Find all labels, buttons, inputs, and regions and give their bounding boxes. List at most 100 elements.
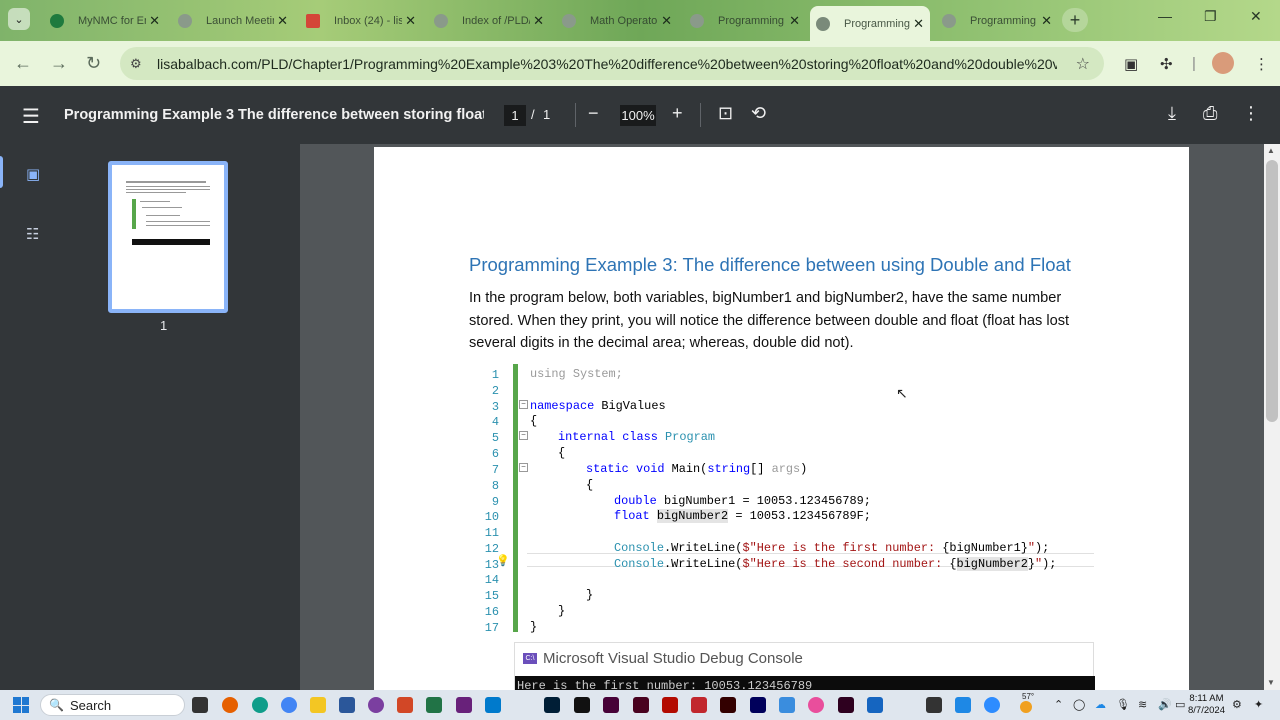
- page-thumbnail[interactable]: [108, 161, 228, 313]
- back-arrow-icon[interactable]: ←: [14, 53, 32, 74]
- acrobat-icon[interactable]: [662, 697, 678, 713]
- filezilla-icon[interactable]: [691, 697, 707, 713]
- toolbar-divider: |: [1192, 55, 1196, 72]
- tray-icon[interactable]: ◯: [1073, 698, 1085, 711]
- browser-menu-icon[interactable]: ⋮: [1254, 55, 1269, 73]
- print-icon[interactable]: ⎙: [1203, 103, 1217, 124]
- wifi-icon[interactable]: ≋: [1138, 698, 1147, 711]
- close-icon[interactable]: ✕: [405, 13, 416, 29]
- app-icon[interactable]: [955, 697, 971, 713]
- search-icon: 🔍: [49, 698, 64, 712]
- close-icon[interactable]: ✕: [789, 13, 800, 29]
- download-icon[interactable]: ⤓: [1168, 103, 1176, 124]
- chevron-down-icon: ⌄: [14, 13, 24, 26]
- address-bar[interactable]: ⚙ lisabalbach.com/PLD/Chapter1/Programmi…: [120, 47, 1104, 80]
- bookmark-star-icon[interactable]: ☆: [1076, 54, 1090, 74]
- windows-start-icon[interactable]: [13, 697, 29, 713]
- more-options-icon[interactable]: ⋮: [1242, 103, 1260, 124]
- edge-icon[interactable]: [252, 697, 268, 713]
- weather-temp: 57°: [1022, 692, 1035, 701]
- scroll-up-icon[interactable]: ▲: [1267, 146, 1275, 155]
- tab-math-operators[interactable]: Math Operators ✕: [556, 8, 678, 33]
- close-icon[interactable]: ✕: [277, 13, 288, 29]
- code-line: }: [558, 604, 566, 618]
- tab-programming-active[interactable]: Programming E ✕: [810, 6, 930, 41]
- file-explorer-icon[interactable]: [310, 697, 326, 713]
- document-heading: Programming Example 3: The difference be…: [469, 254, 1071, 275]
- tab-programming-1[interactable]: Programming E ✕: [684, 8, 806, 33]
- battery-icon[interactable]: ▭: [1175, 698, 1185, 711]
- close-icon[interactable]: ✕: [1041, 13, 1052, 29]
- zoom-app-icon[interactable]: [984, 697, 1000, 713]
- tab-programming-3[interactable]: Programming E ✕: [936, 8, 1058, 33]
- profile-avatar[interactable]: [1212, 52, 1234, 74]
- tab-index[interactable]: Index of /PLD/C ✕: [428, 8, 550, 33]
- excel-icon[interactable]: [426, 697, 442, 713]
- tab-strip: ⌄ MyNMC for Em ✕ Launch Meeting ✕ Inbox …: [0, 0, 1280, 41]
- onedrive-icon[interactable]: ☁: [1095, 698, 1106, 711]
- pdf-page: Programming Example 3: The difference be…: [374, 147, 1189, 690]
- notepad-icon[interactable]: [779, 697, 795, 713]
- extensions-puzzle-icon[interactable]: ✣: [1160, 55, 1173, 73]
- forward-arrow-icon[interactable]: →: [50, 53, 68, 74]
- chevron-up-icon[interactable]: ⌃: [1054, 698, 1063, 711]
- powerpoint-icon[interactable]: [397, 697, 413, 713]
- thumbnails-icon[interactable]: ▣: [26, 165, 40, 183]
- terminal-icon[interactable]: [926, 697, 942, 713]
- code-screenshot: 1 2 3 4 5 6 7 8 9 10 11 12 13 14 15 16 1…: [469, 364, 1094, 636]
- scroll-down-icon[interactable]: ▼: [1267, 678, 1275, 687]
- indesign-icon[interactable]: [633, 697, 649, 713]
- close-icon[interactable]: ✕: [913, 16, 924, 32]
- zoom-in-icon[interactable]: +: [672, 103, 683, 124]
- zoom-out-icon[interactable]: −: [588, 103, 599, 124]
- scrollbar-thumb[interactable]: [1266, 160, 1278, 422]
- site-settings-icon[interactable]: ⚙: [130, 56, 148, 72]
- close-icon[interactable]: ✕: [661, 13, 672, 29]
- system-clock[interactable]: 8:11 AM 8/7/2024: [1188, 693, 1225, 717]
- page-number-input[interactable]: 1: [504, 105, 526, 126]
- new-tab-button[interactable]: +: [1062, 8, 1088, 32]
- close-icon[interactable]: ✕: [149, 13, 160, 29]
- restore-icon[interactable]: ❐: [1204, 8, 1217, 25]
- rotate-icon[interactable]: ⟲: [751, 103, 766, 124]
- firefox-icon[interactable]: [222, 697, 238, 713]
- microphone-icon[interactable]: 🎙: [1116, 698, 1130, 711]
- document-outline-icon[interactable]: ☷: [26, 225, 39, 243]
- url-text[interactable]: lisabalbach.com/PLD/Chapter1/Programming…: [157, 56, 1057, 72]
- page-total: 1: [543, 107, 551, 122]
- chrome-icon[interactable]: [281, 697, 297, 713]
- illustrator-icon[interactable]: [720, 697, 736, 713]
- tab-search-button[interactable]: ⌄: [8, 8, 30, 30]
- reload-icon[interactable]: ↻: [86, 53, 101, 74]
- dreamweaver-icon[interactable]: [603, 697, 619, 713]
- close-icon[interactable]: ✕: [533, 13, 544, 29]
- xd-icon[interactable]: [838, 697, 854, 713]
- app-icon[interactable]: [368, 697, 384, 713]
- tab-mynmc[interactable]: MyNMC for Em ✕: [44, 8, 166, 33]
- extension-app-icon[interactable]: ▣: [1124, 55, 1138, 73]
- app-icon[interactable]: [867, 697, 883, 713]
- bridge-icon[interactable]: [574, 697, 590, 713]
- volume-icon[interactable]: 🔊: [1158, 698, 1172, 711]
- notification-icon[interactable]: ⚙: [1232, 698, 1242, 711]
- code-line: {: [530, 414, 538, 428]
- weather-icon[interactable]: [1020, 701, 1032, 713]
- toolbar-divider: [575, 103, 576, 127]
- taskbar-search[interactable]: 🔍 Search: [40, 694, 185, 716]
- visual-studio-icon[interactable]: [456, 697, 472, 713]
- app-icon[interactable]: [808, 697, 824, 713]
- fit-to-page-icon[interactable]: ⊡: [718, 103, 733, 124]
- tab-inbox[interactable]: Inbox (24) - lisa ✕: [300, 8, 422, 33]
- zoom-input[interactable]: 100%: [620, 105, 656, 126]
- word-icon[interactable]: [339, 697, 355, 713]
- window-close-icon[interactable]: ✕: [1250, 8, 1262, 25]
- copilot-icon[interactable]: ✦: [1254, 698, 1263, 711]
- hamburger-menu-icon[interactable]: ☰: [22, 104, 40, 129]
- vscode-icon[interactable]: [485, 697, 501, 713]
- task-view-icon[interactable]: [192, 697, 208, 713]
- animate-icon[interactable]: [750, 697, 766, 713]
- photoshop-icon[interactable]: [544, 697, 560, 713]
- pdf-title: Programming Example 3 The difference bet…: [64, 107, 484, 123]
- minimize-icon[interactable]: —: [1158, 8, 1172, 24]
- tab-launch-meeting[interactable]: Launch Meeting ✕: [172, 8, 294, 33]
